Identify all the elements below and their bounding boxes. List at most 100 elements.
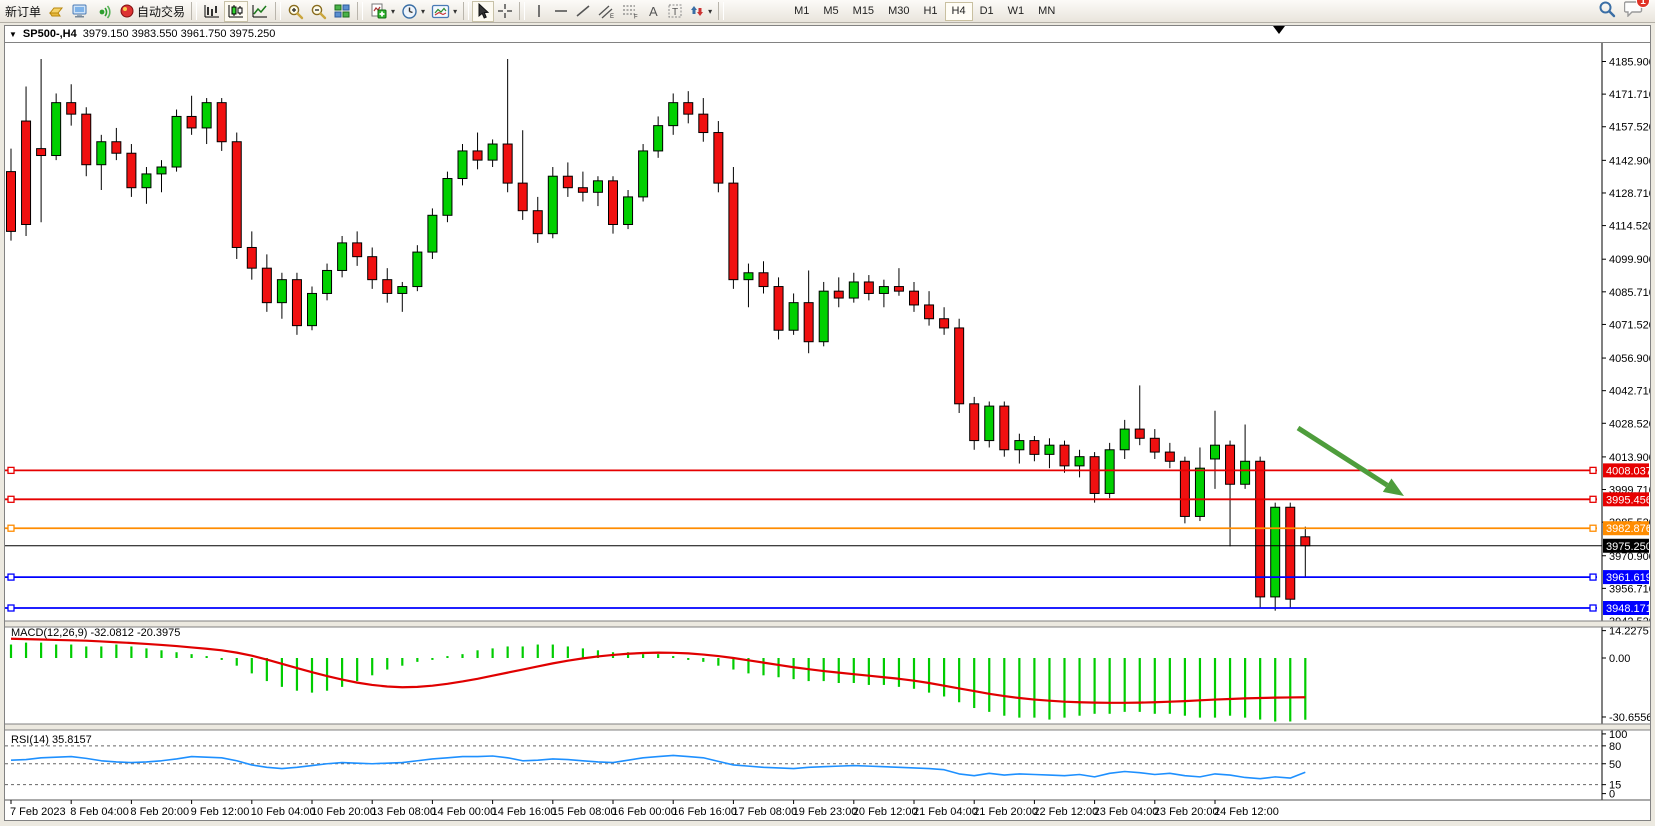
horizontal-line-icon[interactable] (550, 1, 572, 22)
templates-icon[interactable]: ▾ (428, 1, 460, 22)
price-line-badge-text: 3948.171 (1606, 603, 1650, 615)
candle-body (473, 151, 482, 160)
trendline-icon[interactable] (572, 1, 594, 22)
price-line-badge-text: 3961.619 (1606, 572, 1650, 584)
chart-header[interactable]: ▼ SP500-,H4 3979.150 3983.550 3961.750 3… (5, 26, 1650, 43)
price-axis-tick: 4114.520 (1609, 221, 1650, 233)
candle-body (1301, 537, 1310, 546)
cursor-icon[interactable] (472, 1, 494, 22)
candle-body (789, 303, 798, 331)
timeframe-button-h4[interactable]: H4 (945, 2, 973, 21)
date-axis-label: 10 Feb 04:00 (251, 806, 316, 818)
candle-body (819, 291, 828, 342)
timeframe-button-mn[interactable]: MN (1031, 2, 1062, 21)
fibonacci-icon[interactable]: F (618, 1, 642, 22)
text-icon[interactable]: A (642, 1, 664, 22)
candle-body (323, 270, 332, 293)
terminal-icon[interactable] (68, 1, 92, 22)
timeframe-button-m30[interactable]: M30 (881, 2, 916, 21)
candle-body (37, 149, 46, 156)
price-axis-tick: 4085.710 (1609, 287, 1650, 299)
chart-shift-marker-icon[interactable] (1273, 26, 1285, 34)
new-order-button[interactable]: 新订单 (2, 1, 44, 22)
candle-body (1015, 441, 1024, 450)
date-axis-label: 14 Feb 00:00 (431, 806, 496, 818)
indicators-icon[interactable]: ▾ (366, 1, 398, 22)
toolbar-separator (718, 2, 724, 20)
candle-body (1000, 406, 1009, 450)
candle-body (52, 103, 61, 156)
date-axis-label: 7 Feb 2023 (10, 806, 66, 818)
candle-body (458, 151, 467, 179)
candle-body (639, 151, 648, 197)
symbol-dropdown-icon[interactable]: ▼ (9, 30, 17, 39)
chevron-down-icon: ▾ (453, 7, 457, 16)
macd-axis-tick: 0.00 (1609, 653, 1630, 665)
candle-body (1286, 507, 1295, 599)
candle-body (308, 293, 317, 325)
tile-windows-icon[interactable] (330, 1, 354, 22)
notifications-icon[interactable]: 1 (1624, 0, 1643, 22)
zoom-out-icon[interactable] (307, 1, 330, 22)
date-axis-label: 13 Feb 08:00 (371, 806, 436, 818)
current-price-badge-text: 3975.250 (1606, 541, 1650, 553)
timeframe-button-m15[interactable]: M15 (846, 2, 881, 21)
bar-chart-icon[interactable] (200, 1, 224, 22)
chart-canvas[interactable]: 4185.9004171.7104157.5204142.9004128.710… (5, 43, 1650, 820)
candle-body (112, 142, 121, 153)
toolbar-separator (463, 2, 469, 20)
chart-symbol-label: SP500-,H4 (23, 28, 77, 40)
arrows-icon[interactable]: ▾ (686, 1, 715, 22)
macd-label: MACD(12,26,9) -32.0812 -20.3975 (11, 627, 180, 639)
periods-icon[interactable]: ▾ (398, 1, 428, 22)
label-icon[interactable]: T (664, 1, 686, 22)
channel-icon[interactable]: E (594, 1, 618, 22)
candle-body (1030, 441, 1039, 455)
search-icon[interactable] (1598, 0, 1616, 23)
date-axis-label: 8 Feb 20:00 (130, 806, 189, 818)
date-axis-label: 16 Feb 00:00 (612, 806, 677, 818)
chevron-down-icon: ▾ (708, 7, 712, 16)
candlestick-icon[interactable] (224, 1, 248, 22)
price-axis-tick: 4028.520 (1609, 418, 1650, 430)
candle-body (1241, 461, 1250, 484)
chart-ohlc-values: 3979.150 3983.550 3961.750 3975.250 (83, 28, 276, 40)
toolbar-separator (519, 2, 525, 20)
candle-body (669, 103, 678, 126)
candle-body (533, 211, 542, 234)
timeframe-button-m1[interactable]: M1 (787, 2, 816, 21)
timeframe-button-m5[interactable]: M5 (816, 2, 845, 21)
candle-body (1135, 429, 1144, 438)
timeframe-button-d1[interactable]: D1 (973, 2, 1001, 21)
timeframe-button-h1[interactable]: H1 (916, 2, 944, 21)
crosshair-icon[interactable] (494, 1, 516, 22)
candle-body (578, 188, 587, 193)
candle-body (157, 167, 166, 174)
candle-body (699, 114, 708, 132)
price-axis-tick: 4042.710 (1609, 386, 1650, 398)
candle-body (172, 116, 181, 167)
zoom-in-icon[interactable] (284, 1, 307, 22)
candle-body (684, 103, 693, 114)
line-chart-icon[interactable] (248, 1, 272, 22)
toolbar-items: 新订单自动交易▾▾▾EFAT▾ (2, 1, 727, 22)
ingot-icon[interactable] (44, 1, 68, 22)
candle-body (834, 291, 843, 298)
price-axis-tick: 4013.900 (1609, 452, 1650, 464)
date-axis-label: 17 Feb 08:00 (732, 806, 797, 818)
candle-body (759, 273, 768, 287)
candle-body (1150, 438, 1159, 452)
date-axis-label: 9 Feb 12:00 (191, 806, 250, 818)
notification-badge: 1 (1636, 0, 1650, 8)
autotrade-button[interactable]: 自动交易 (116, 1, 188, 22)
candle-body (217, 103, 226, 142)
candle-body (277, 280, 286, 303)
axis-layer[interactable]: 4185.9004171.7104157.5204142.9004128.710… (1602, 43, 1650, 801)
price-axis-tick: 4071.520 (1609, 319, 1650, 331)
candle-body (910, 291, 919, 305)
vertical-line-icon[interactable] (528, 1, 550, 22)
signal-icon[interactable] (92, 1, 116, 22)
timeframe-button-w1[interactable]: W1 (1001, 2, 1032, 21)
candle-body (624, 197, 633, 225)
candle-body (22, 121, 31, 224)
